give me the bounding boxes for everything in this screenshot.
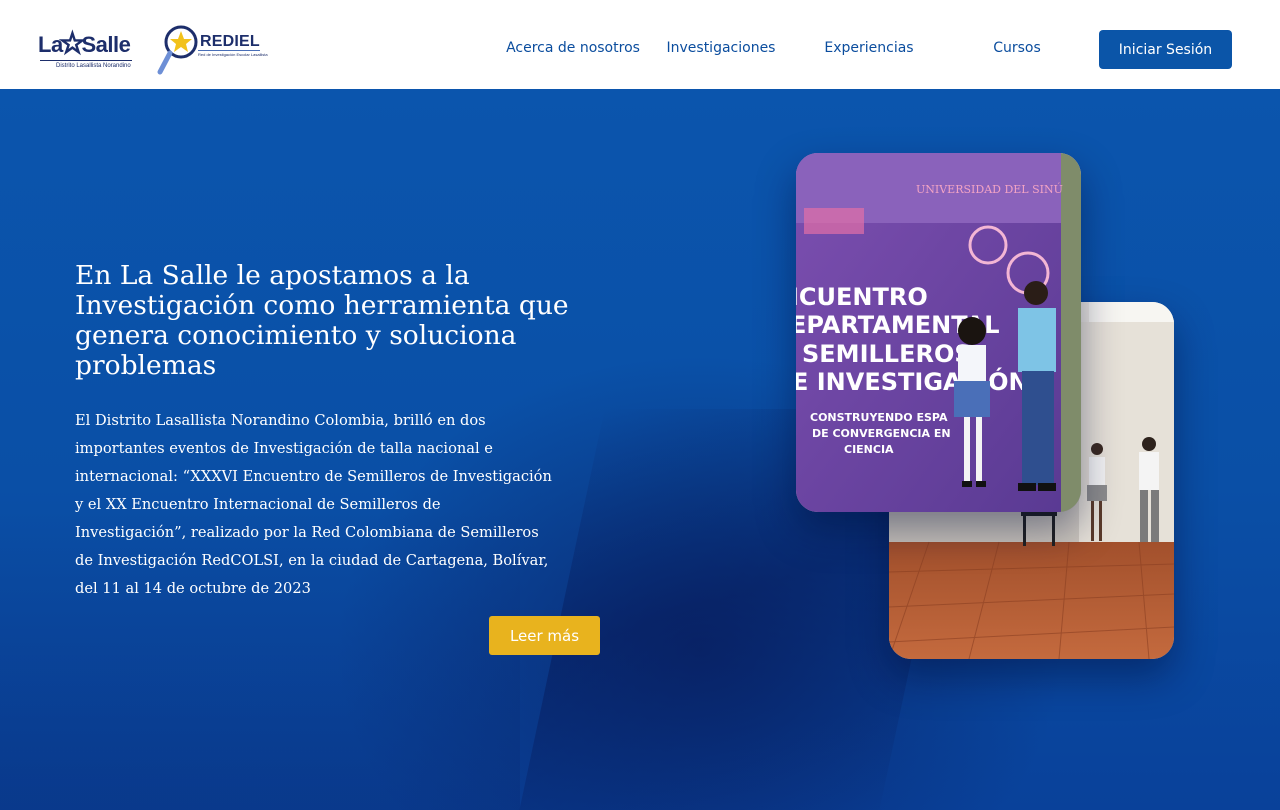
rediel-logo-wordmark: REDIEL bbox=[200, 33, 260, 50]
nav-about[interactable]: Acerca de nosotros bbox=[503, 40, 643, 62]
hero-description: El Distrito Lasallista Norandino Colombi… bbox=[75, 412, 552, 597]
hero-title: En La Salle le apostamos a la Investigac… bbox=[75, 260, 569, 381]
hero-section: En La Salle le apostamos a la Investigac… bbox=[0, 89, 1280, 810]
svg-text:CIENCIA: CIENCIA bbox=[844, 443, 894, 456]
svg-text:CONSTRUYENDO ESPA: CONSTRUYENDO ESPA bbox=[810, 411, 948, 424]
svg-text:ICUENTRO: ICUENTRO bbox=[796, 283, 928, 311]
svg-text:DE CONVERGENCIA EN: DE CONVERGENCIA EN bbox=[812, 427, 951, 440]
nav-experiences[interactable]: Experiencias bbox=[799, 40, 939, 62]
logo-divider bbox=[198, 50, 260, 51]
banner-top-text: UNIVERSIDAD DEL SINÚ bbox=[916, 182, 1063, 196]
nav-courses[interactable]: Cursos bbox=[947, 40, 1087, 62]
logo-divider bbox=[40, 60, 132, 61]
lasalle-logo-wordmark: La★Salle bbox=[38, 28, 131, 58]
svg-text:SEMILLEROS: SEMILLEROS bbox=[802, 340, 972, 368]
lasalle-logo[interactable]: La★Salle Distrito Lasallista Norandino bbox=[38, 26, 134, 72]
svg-text:E INVESTIGACIÓN: E INVESTIGACIÓN bbox=[796, 366, 1029, 396]
nav-research[interactable]: Investigaciones bbox=[651, 40, 791, 62]
star-icon: ★ bbox=[60, 28, 85, 58]
rediel-logo-subtitle: Red de Investigación Escolar Lasallista bbox=[198, 52, 268, 57]
read-more-button[interactable]: Leer más bbox=[489, 616, 600, 655]
site-header: La★Salle Distrito Lasallista Norandino R… bbox=[0, 0, 1280, 89]
lasalle-logo-subtitle: Distrito Lasallista Norandino bbox=[56, 63, 131, 69]
event-photo-banner: UNIVERSIDAD DEL SINÚ ICUENTRO EPARTAMENT… bbox=[796, 153, 1081, 512]
rediel-logo[interactable]: REDIEL Red de Investigación Escolar Lasa… bbox=[156, 22, 268, 76]
login-button[interactable]: Iniciar Sesión bbox=[1099, 30, 1232, 69]
